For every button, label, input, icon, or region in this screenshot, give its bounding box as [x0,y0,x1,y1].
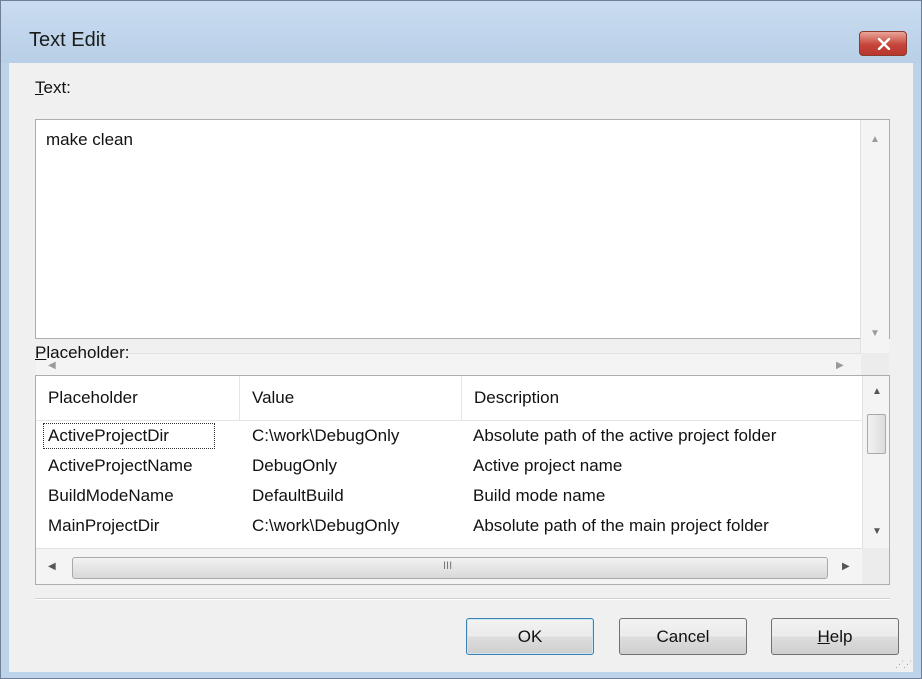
scroll-left-arrow-icon[interactable]: ◀ [48,561,56,572]
scroll-down-arrow-icon[interactable]: ▼ [870,328,880,339]
list-horizontal-scrollbar[interactable]: ◀ III ▶ [36,548,862,584]
placeholder-cell: MainProjectDir [48,516,160,535]
title-bar[interactable]: Text Edit [1,1,921,63]
window-title: Text Edit [29,29,106,51]
list-header: Placeholder Value Description [36,376,862,421]
list-vertical-scrollbar[interactable]: ▲ ▼ [862,376,889,548]
table-row[interactable]: BuildModeName DefaultBuild Build mode na… [36,481,862,511]
placeholder-cell: ActiveProjectDir [48,426,169,445]
help-button[interactable]: Help [771,618,899,655]
text-content[interactable]: make clean [46,130,133,150]
column-header-placeholder[interactable]: Placeholder [36,376,240,420]
table-row[interactable]: ActiveProjectName DebugOnly Active proje… [36,451,862,481]
ok-button[interactable]: OK [466,618,594,655]
value-cell: C:\work\DebugOnly [252,516,400,535]
scroll-thumb-grip-icon: III [443,560,453,572]
placeholder-cell: BuildModeName [48,486,174,505]
placeholder-list[interactable]: Placeholder Value Description ActiveProj… [35,375,890,585]
text-input-area[interactable]: make clean ▲ ▼ ◀ ▶ [35,119,890,379]
scroll-down-arrow-icon[interactable]: ▼ [872,526,882,537]
separator [35,598,890,600]
scrollbar-corner [862,548,889,584]
scroll-right-arrow-icon[interactable]: ▶ [842,561,850,572]
dialog-client-area: Text: make clean ▲ ▼ ◀ ▶ Placeholder: Pl… [9,63,913,672]
resize-grip-icon[interactable]: ⋰⋰ [895,659,912,670]
text-edit-dialog: Text Edit Text: make clean ▲ ▼ ◀ ▶ Place… [0,0,922,679]
value-cell: C:\work\DebugOnly [252,426,400,445]
description-cell: Absolute path of the active project fold… [473,426,777,445]
scroll-up-arrow-icon[interactable]: ▲ [870,134,880,145]
close-icon [877,38,891,50]
description-cell: Absolute path of the main project folder [473,516,769,535]
text-label: Text: [35,78,71,97]
scroll-right-arrow-icon[interactable]: ▶ [836,360,844,371]
list-horizontal-scroll-thumb[interactable]: III [72,557,828,579]
column-header-description[interactable]: Description [462,376,862,420]
close-button[interactable] [859,31,907,56]
description-cell: Build mode name [473,486,606,505]
cancel-button[interactable]: Cancel [619,618,747,655]
text-vertical-scrollbar[interactable]: ▲ ▼ [860,120,889,353]
table-row[interactable]: MainProjectDir C:\work\DebugOnly Absolut… [36,511,862,541]
scroll-up-arrow-icon[interactable]: ▲ [872,386,882,397]
placeholder-label: Placeholder: [35,343,130,362]
placeholder-cell: ActiveProjectName [48,456,193,475]
description-cell: Active project name [473,456,623,475]
column-header-value[interactable]: Value [240,376,462,420]
value-cell: DebugOnly [252,456,338,475]
value-cell: DefaultBuild [252,486,344,505]
list-vertical-scroll-thumb[interactable] [867,414,886,454]
table-row[interactable]: ActiveProjectDir C:\work\DebugOnly Absol… [36,421,862,451]
